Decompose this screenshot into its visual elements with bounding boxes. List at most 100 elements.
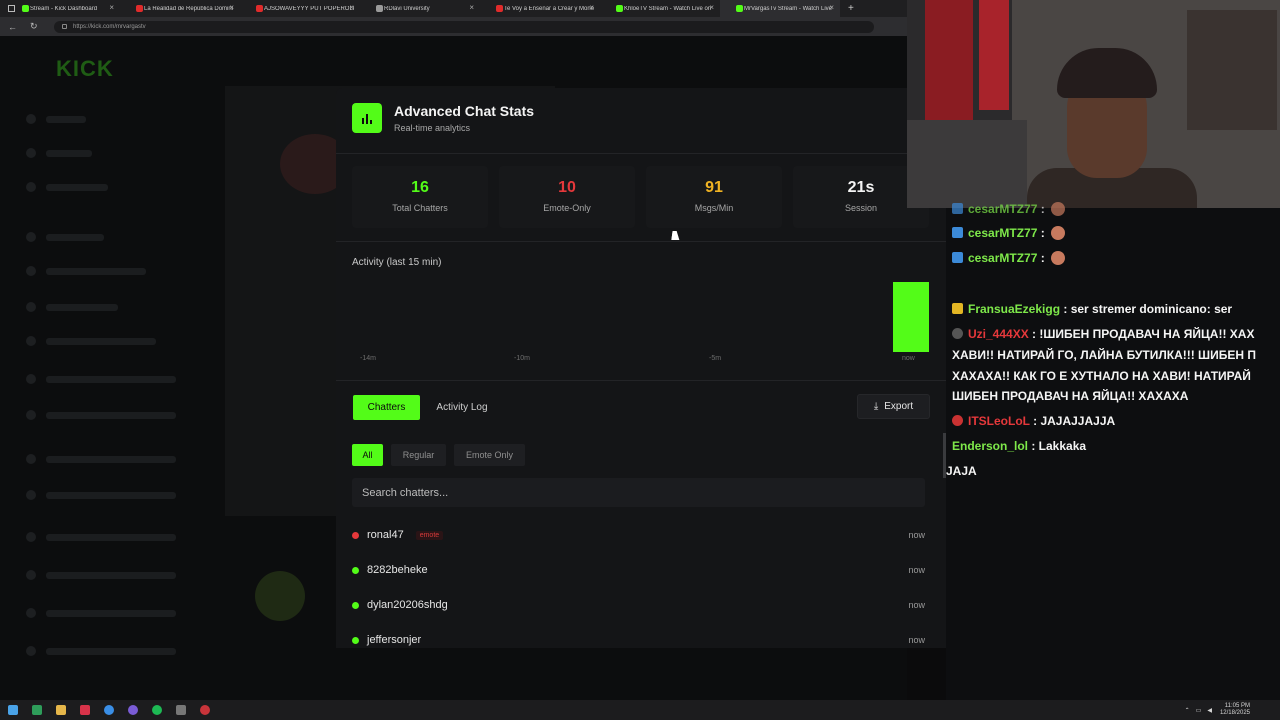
- tab-chatters[interactable]: Chatters: [353, 395, 420, 420]
- sidebar-item[interactable]: [26, 608, 206, 618]
- close-tab-icon[interactable]: ×: [469, 3, 474, 12]
- export-button[interactable]: ⤓ Export: [857, 394, 930, 419]
- chevron-up-icon[interactable]: ⌃: [1185, 707, 1190, 714]
- address-bar: ← ↻ https://kick.com/mrvargastv: [0, 17, 907, 36]
- sidebar-item[interactable]: [26, 410, 206, 420]
- sidebar-item[interactable]: [26, 302, 206, 312]
- chat-username: cesarMTZ77: [968, 202, 1038, 216]
- activity-tick-label: -14m: [360, 355, 376, 362]
- chat-message: cesarMTZ77 :: [952, 251, 1065, 265]
- file-explorer-icon[interactable]: [56, 705, 66, 715]
- close-tab-icon[interactable]: ×: [109, 3, 114, 12]
- close-tab-icon[interactable]: ×: [709, 3, 714, 12]
- browser-tab[interactable]: Te Voy a Enseñar a Crear y Monet ×: [480, 0, 600, 17]
- sidebar-item[interactable]: [26, 114, 206, 124]
- browser-tab[interactable]: AJSOWAVEYYY PUT POPEROLIN ×: [240, 0, 360, 17]
- chat-message: Enderson_lol : Lakkaka: [952, 439, 1086, 453]
- reload-icon[interactable]: ↻: [30, 21, 40, 32]
- browser-tab-bar: Stream - Kick Dashboard × La Realidad de…: [0, 0, 907, 17]
- tab-activity-log[interactable]: Activity Log: [426, 395, 498, 420]
- chatter-row[interactable]: dylan20206shdg now: [352, 596, 925, 614]
- app-icon[interactable]: [32, 705, 42, 715]
- filter-all[interactable]: All: [352, 444, 383, 466]
- chatter-row[interactable]: 8282beheke now: [352, 561, 925, 579]
- sidebar-item[interactable]: [26, 646, 206, 656]
- sidebar-item[interactable]: [26, 232, 206, 242]
- system-clock[interactable]: 11:05 PM 12/18/2025: [1220, 703, 1250, 717]
- close-tab-icon[interactable]: ×: [349, 3, 354, 12]
- chat-stats-modal: Advanced Chat Stats Real-time analytics …: [336, 88, 946, 648]
- sidebar-item[interactable]: [26, 570, 206, 580]
- back-arrow-icon[interactable]: ←: [8, 22, 18, 32]
- sidebar-icon: [26, 570, 36, 580]
- youtube-favicon-icon: [256, 5, 263, 12]
- start-menu-icon[interactable]: [8, 705, 18, 715]
- activity-tick-label: now: [902, 355, 915, 362]
- sidebar-icon: [26, 374, 36, 384]
- spotify-icon[interactable]: [152, 705, 162, 715]
- sidebar-icon: [26, 646, 36, 656]
- sidebar-item[interactable]: [26, 182, 206, 192]
- kick-favicon-icon: [22, 5, 29, 12]
- browser-tab-active[interactable]: MrVargasTv Stream - Watch Live ×: [720, 0, 840, 17]
- sidebar-icon: [26, 336, 36, 346]
- modal-subtitle: Real-time analytics: [394, 123, 471, 133]
- filter-regular[interactable]: Regular: [391, 444, 446, 466]
- chatter-last-seen: now: [908, 600, 925, 610]
- close-tab-icon[interactable]: ×: [589, 3, 594, 12]
- chatter-name: dylan20206shdg: [367, 599, 448, 611]
- browser-tab[interactable]: RDlavi University ×: [360, 0, 480, 17]
- close-tab-icon[interactable]: ×: [229, 3, 234, 12]
- obs-icon[interactable]: [200, 705, 210, 715]
- sidebar-item[interactable]: [26, 148, 206, 158]
- activity-chart-title: Activity (last 15 min): [352, 257, 442, 268]
- webcam-background: [925, 0, 973, 120]
- browser-tab[interactable]: Stream - Kick Dashboard ×: [0, 0, 120, 17]
- site-favicon-icon: [376, 5, 383, 12]
- url-text: https://kick.com/mrvargastv: [73, 23, 146, 30]
- sidebar-icon: [26, 608, 36, 618]
- filter-emote-only[interactable]: Emote Only: [454, 444, 525, 466]
- chat-message: ITSLeoLoL : JAJAJJAJJA: [952, 414, 1115, 428]
- app-icon[interactable]: [80, 705, 90, 715]
- sidebar-item[interactable]: [26, 266, 206, 276]
- volume-icon[interactable]: ◀: [1207, 707, 1212, 714]
- sidebar-item-placeholder: [46, 149, 92, 157]
- sidebar-item-placeholder: [46, 533, 176, 541]
- browser-icon[interactable]: [104, 705, 114, 715]
- app-icon[interactable]: [128, 705, 138, 715]
- search-chatters-input[interactable]: [352, 478, 925, 507]
- chat-overlay: cesarMTZ77 : cesarMTZ77 : cesarMTZ77 : F…: [946, 202, 1280, 700]
- sidebar-item[interactable]: [26, 374, 206, 384]
- export-label: Export: [884, 401, 914, 412]
- close-tab-icon[interactable]: ×: [829, 3, 834, 12]
- app-icon[interactable]: [176, 705, 186, 715]
- sidebar-icon: [26, 410, 36, 420]
- stat-value: 91: [705, 179, 723, 196]
- channel-avatar: [255, 571, 305, 621]
- sidebar-item-placeholder: [46, 647, 176, 655]
- sidebar-icon: [26, 454, 36, 464]
- sidebar-item[interactable]: [26, 336, 206, 346]
- site-info-icon[interactable]: [62, 24, 67, 29]
- emote-icon: [1050, 202, 1065, 216]
- sidebar-item[interactable]: [26, 490, 206, 500]
- url-field[interactable]: https://kick.com/mrvargastv: [54, 20, 874, 33]
- kick-badge-icon: [952, 227, 963, 238]
- divider: [336, 380, 946, 381]
- activity-tick-label: -10m: [514, 355, 530, 362]
- chatter-row[interactable]: ronal47 emote now: [352, 526, 925, 544]
- network-icon[interactable]: ▭: [1196, 707, 1202, 714]
- modal-title: Advanced Chat Stats: [394, 103, 535, 119]
- browser-tab[interactable]: KhloeTV Stream - Watch Live on ×: [600, 0, 720, 17]
- chatter-row[interactable]: jeffersonjer now: [352, 631, 925, 648]
- chat-text: : !ШИБЕН ПРОДАВАЧ НА ЯЙЦА!! ХАХ: [1028, 327, 1255, 341]
- chat-text: : JAJAJJAJJA: [1029, 414, 1116, 428]
- new-tab-button[interactable]: +: [848, 3, 854, 14]
- stat-value: 16: [411, 179, 429, 196]
- sidebar-item-placeholder: [46, 491, 176, 499]
- window-menu-icon[interactable]: [8, 5, 15, 12]
- sidebar-item[interactable]: [26, 532, 206, 542]
- sidebar-item[interactable]: [26, 454, 206, 464]
- browser-tab[interactable]: La Realidad de República Domini ×: [120, 0, 240, 17]
